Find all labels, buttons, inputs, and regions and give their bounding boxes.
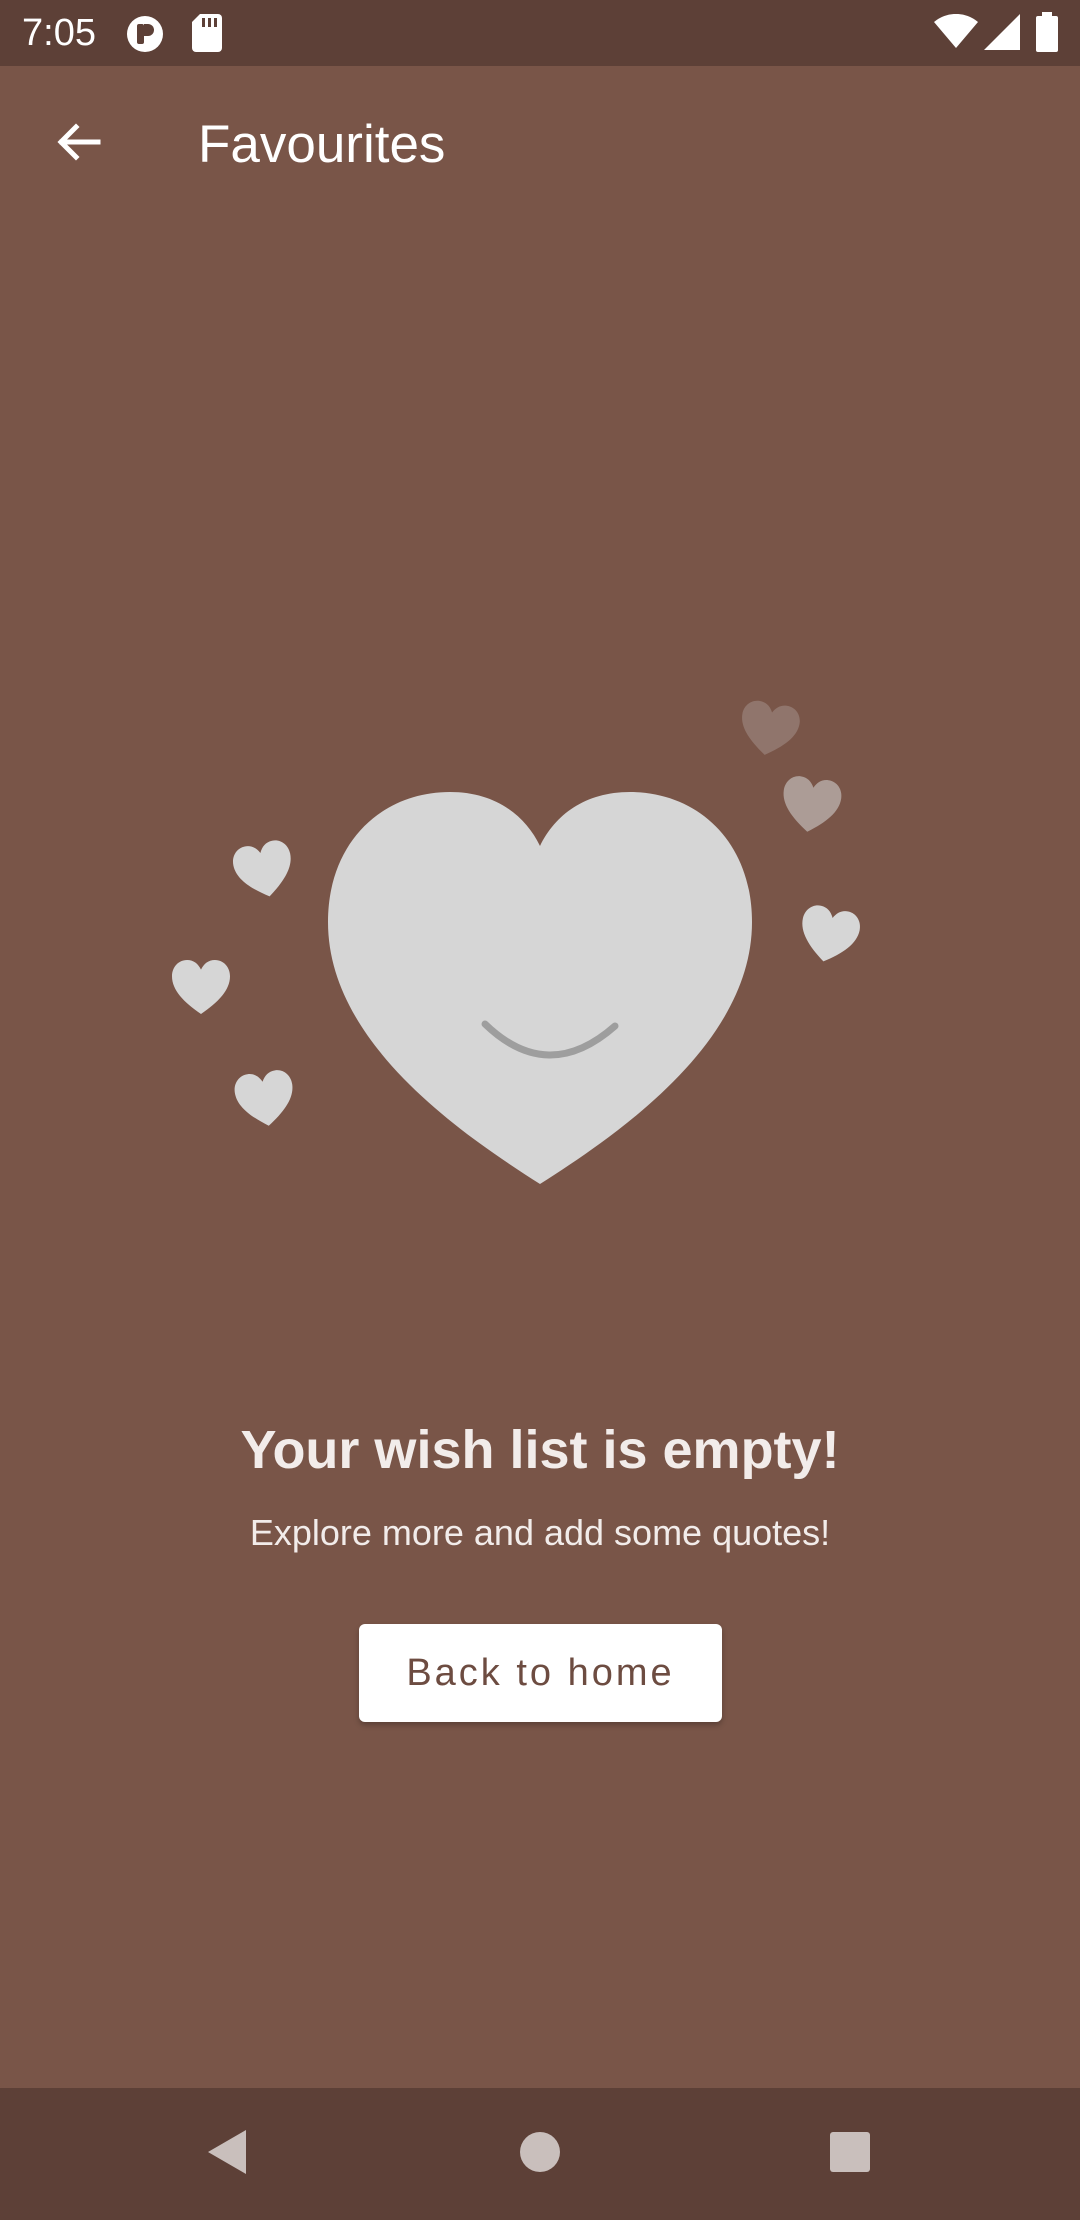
system-nav-bar [0, 2088, 1080, 2220]
back-to-home-button[interactable]: Back to home [359, 1624, 722, 1722]
empty-state-subtitle: Explore more and add some quotes! [249, 1512, 831, 1553]
small-heart-icon [795, 902, 863, 968]
small-heart-icon [172, 960, 230, 1014]
small-heart-icon [230, 837, 298, 903]
battery-icon [1036, 12, 1058, 52]
smiling-heart-icon [328, 792, 752, 1184]
sd-card-icon [192, 14, 222, 52]
back-to-home-label: Back to home [406, 1651, 675, 1694]
app-bar: Favourites [0, 66, 1080, 222]
nav-home-button[interactable] [502, 2116, 578, 2192]
back-button[interactable] [40, 106, 116, 182]
page-title: Favourites [198, 115, 446, 174]
back-triangle-icon [204, 2128, 248, 2181]
notification-app-icon [125, 14, 165, 54]
recents-square-icon [828, 2130, 872, 2179]
wifi-icon [934, 13, 978, 50]
signal-icon [984, 14, 1020, 50]
nav-back-button[interactable] [188, 2116, 264, 2192]
status-bar: 7:05 [0, 0, 1080, 66]
arrow-back-icon [54, 118, 102, 171]
status-time: 7:05 [22, 12, 96, 54]
empty-state-title: Your wish list is empty! [240, 1420, 840, 1480]
small-heart-icon [736, 698, 803, 760]
small-heart-icon [778, 774, 844, 836]
nav-recents-button[interactable] [812, 2116, 888, 2192]
small-heart-icon [232, 1068, 298, 1130]
empty-state-illustration [0, 222, 1080, 1322]
home-circle-icon [518, 2130, 562, 2179]
